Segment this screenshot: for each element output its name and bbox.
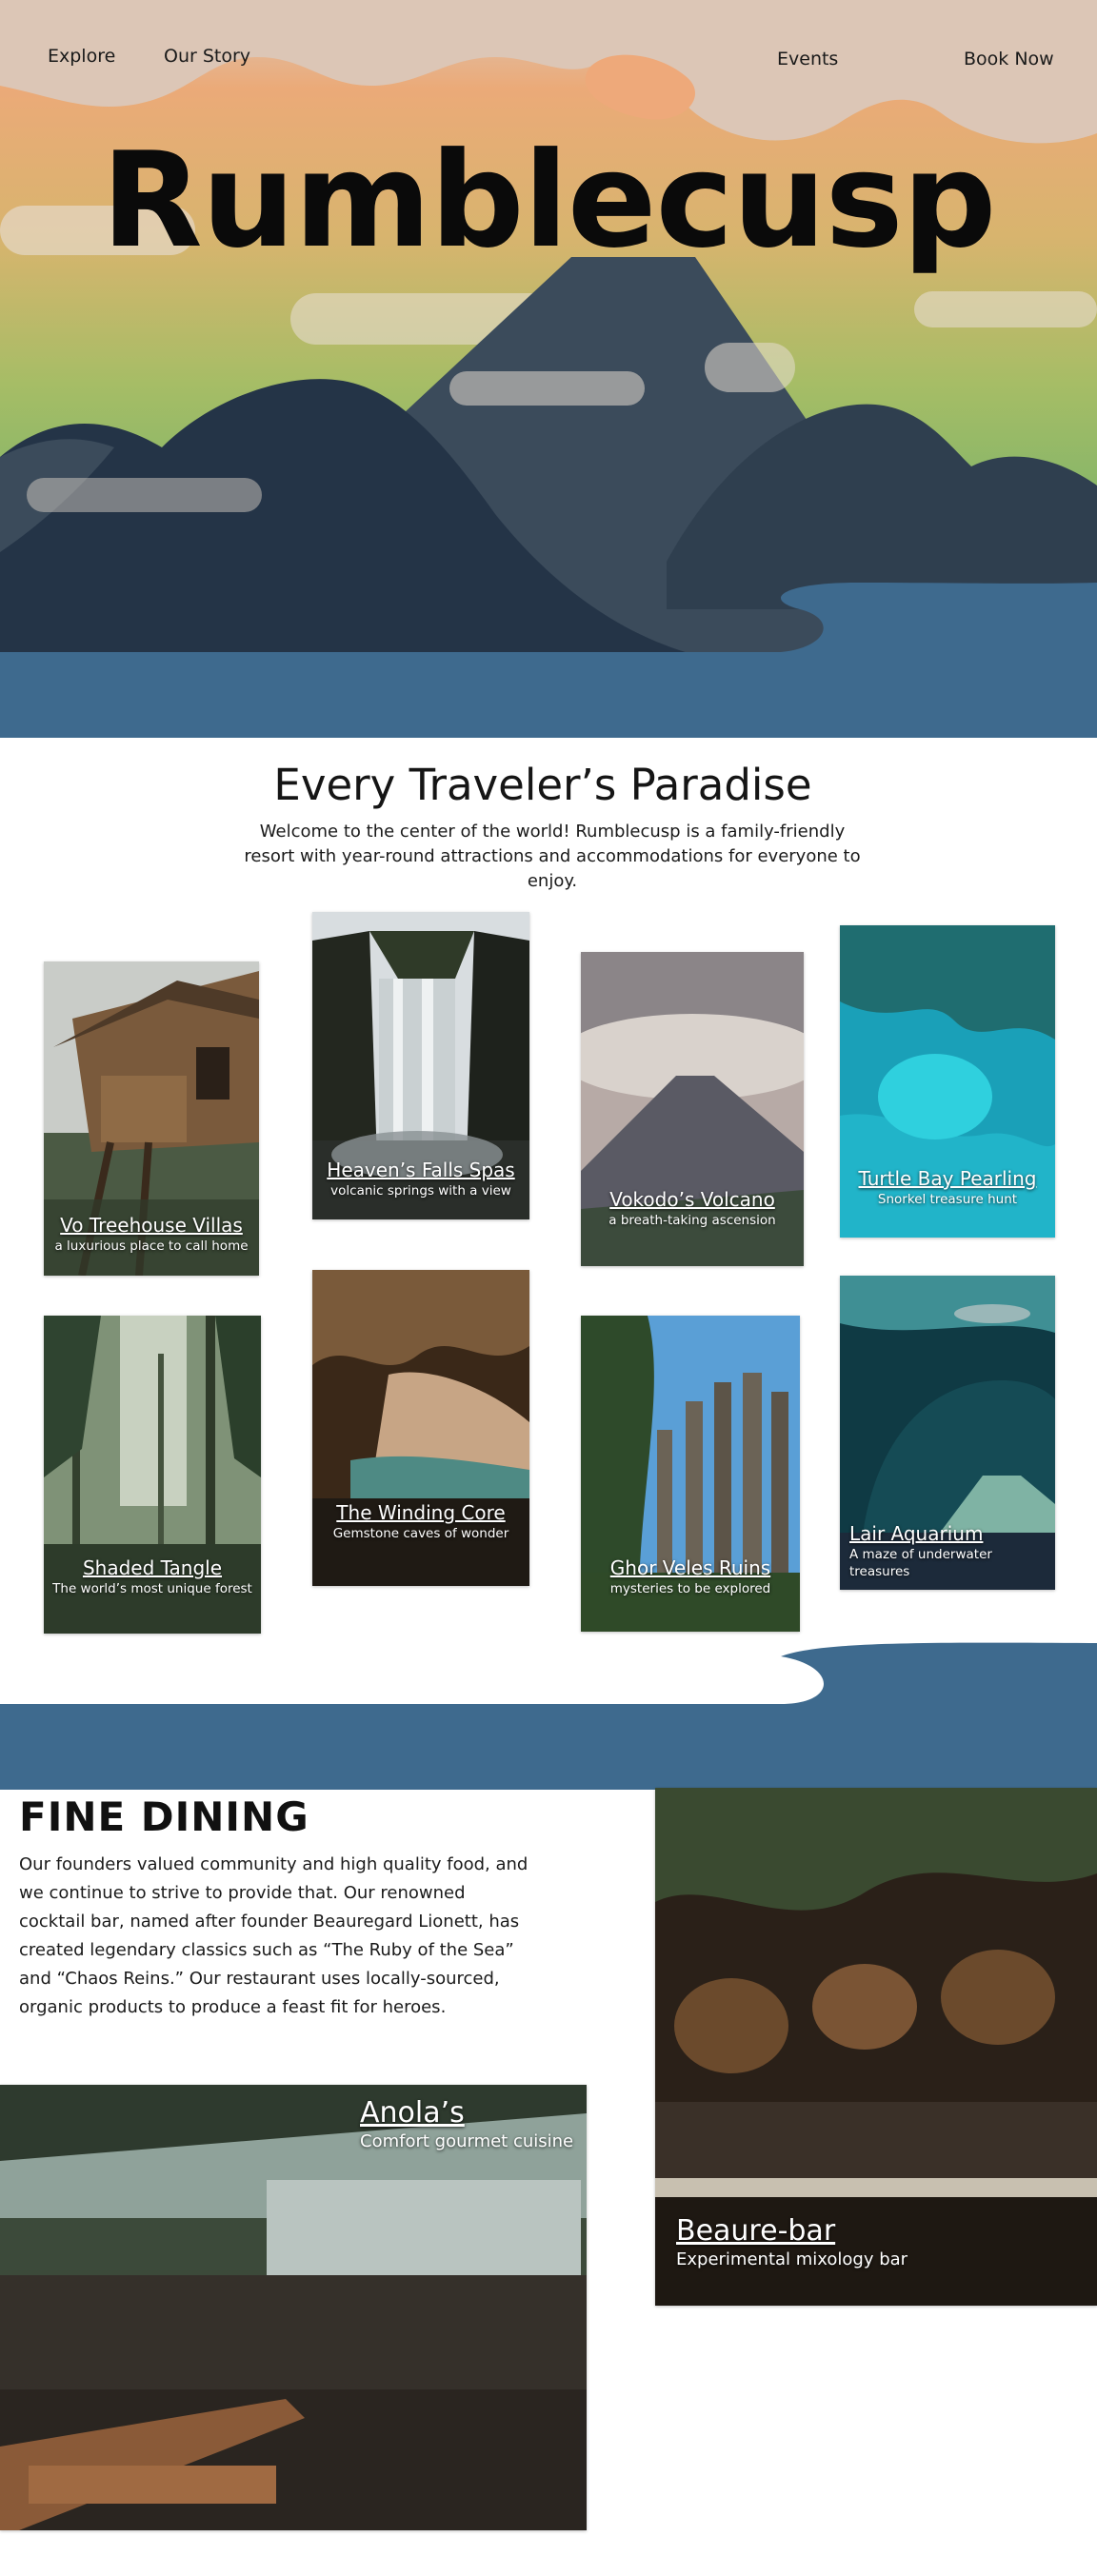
card-title[interactable]: Ghor Veles Ruins — [581, 1556, 800, 1580]
attraction-card-volcano[interactable]: Vokodo’s Volcano a breath-taking ascensi… — [581, 952, 804, 1266]
card-title[interactable]: Shaded Tangle — [44, 1556, 261, 1580]
attraction-card-cave[interactable]: The Winding Core Gemstone caves of wonde… — [312, 1270, 529, 1586]
card-title[interactable]: Vokodo’s Volcano — [581, 1187, 804, 1212]
nav-explore[interactable]: Explore — [48, 46, 115, 67]
card-subtitle: volcanic springs with a view — [330, 1183, 511, 1199]
card-caption: Turtle Bay Pearling Snorkel treasure hun… — [840, 1166, 1055, 1208]
card-title[interactable]: Turtle Bay Pearling — [840, 1166, 1055, 1191]
volcano-landscape-illustration — [0, 0, 1097, 738]
card-caption: Vokodo’s Volcano a breath-taking ascensi… — [581, 1187, 804, 1229]
card-subtitle: Gemstone caves of wonder — [332, 1526, 509, 1541]
card-title[interactable]: The Winding Core — [312, 1500, 529, 1525]
card-caption: Vo Treehouse Villas a luxurious place to… — [44, 1213, 259, 1255]
card-subtitle: A maze of underwater treasures — [849, 1547, 992, 1579]
water-wave-divider — [0, 1642, 1097, 1790]
card-subtitle: The world’s most unique forest — [52, 1581, 252, 1596]
attraction-card-waterfall[interactable]: Heaven’s Falls Spas volcanic springs wit… — [312, 912, 529, 1219]
venue-title[interactable]: Anola’s — [360, 2096, 573, 2130]
venue-caption: Beaure-bar Experimental mixology bar — [676, 2214, 908, 2271]
card-caption: Heaven’s Falls Spas volcanic springs wit… — [312, 1158, 529, 1199]
nav-events[interactable]: Events — [777, 49, 838, 69]
card-title[interactable]: Lair Aquarium — [849, 1521, 1055, 1546]
card-title[interactable]: Vo Treehouse Villas — [44, 1213, 259, 1238]
venue-card-anolas[interactable]: Anola’s Comfort gourmet cuisine — [0, 2085, 587, 2530]
card-caption: Ghor Veles Ruins mysteries to be explore… — [581, 1556, 800, 1597]
card-caption: The Winding Core Gemstone caves of wonde… — [312, 1500, 529, 1542]
dining-title: FINE DINING — [19, 1793, 309, 1840]
dining-text: Our founders valued community and high q… — [19, 1854, 529, 2017]
attraction-card-turtle-bay[interactable]: Turtle Bay Pearling Snorkel treasure hun… — [840, 925, 1055, 1238]
venue-subtitle: Comfort gourmet cuisine — [360, 2131, 574, 2151]
card-subtitle: mysteries to be explored — [609, 1581, 771, 1596]
brand-title: Rumblecusp — [101, 124, 997, 277]
intro-text: Welcome to the center of the world! Rumb… — [244, 822, 861, 891]
attraction-card-treehouse[interactable]: Vo Treehouse Villas a luxurious place to… — [44, 961, 259, 1276]
attraction-card-ruins[interactable]: Ghor Veles Ruins mysteries to be explore… — [581, 1316, 800, 1632]
attraction-card-forest[interactable]: Shaded Tangle The world’s most unique fo… — [44, 1316, 261, 1634]
card-caption: Shaded Tangle The world’s most unique fo… — [44, 1556, 261, 1597]
card-subtitle: a breath-taking ascension — [608, 1213, 776, 1228]
attraction-card-aquarium[interactable]: Lair Aquarium A maze of underwater treas… — [840, 1276, 1055, 1590]
venue-title[interactable]: Beaure-bar — [676, 2214, 908, 2249]
hero-banner: Explore Our Story Events Book Now Rumble… — [0, 0, 1097, 738]
intro-title: Every Traveler’s Paradise — [273, 760, 812, 810]
venue-card-beaure-bar[interactable]: Beaure-bar Experimental mixology bar — [655, 1788, 1097, 2306]
card-subtitle: Snorkel treasure hunt — [877, 1192, 1018, 1207]
card-caption: Lair Aquarium A maze of underwater treas… — [849, 1521, 1055, 1580]
card-title[interactable]: Heaven’s Falls Spas — [312, 1158, 529, 1182]
venue-caption: Anola’s Comfort gourmet cuisine — [360, 2096, 573, 2153]
venue-subtitle: Experimental mixology bar — [676, 2249, 908, 2269]
card-subtitle: a luxurious place to call home — [54, 1238, 249, 1254]
nav-book-now[interactable]: Book Now — [964, 49, 1054, 69]
nav-our-story[interactable]: Our Story — [164, 46, 250, 67]
